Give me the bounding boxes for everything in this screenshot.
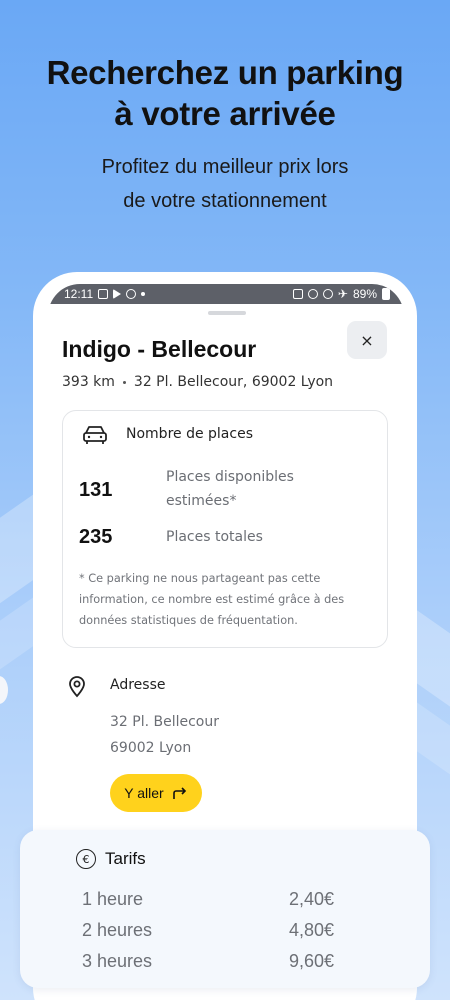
parking-meta: 393 km 32 Pl. Bellecour, 69002 Lyon: [62, 374, 333, 390]
direction-arrow-icon: [172, 787, 186, 799]
address-line-2: 69002 Lyon: [110, 740, 192, 756]
battery-icon: [382, 288, 390, 300]
address-title: Adresse: [110, 677, 166, 693]
promo-subline-line-1: Profitez du meilleur prix lors: [101, 156, 349, 178]
sheet-handle[interactable]: [208, 311, 246, 315]
address-text: 32 Pl. Bellecour 69002 Lyon: [110, 709, 219, 761]
total-places-value: 235: [79, 526, 113, 548]
car-icon: [83, 426, 107, 444]
promo-subline: Profitez du meilleur prix lors de votre …: [0, 150, 450, 218]
parking-distance: 393 km: [62, 374, 115, 390]
tarifs-title: Tarifs: [105, 849, 146, 868]
places-footnote-line-1: * Ce parking ne nous partageant pas cett…: [79, 572, 321, 585]
available-places-value: 131: [79, 479, 113, 501]
euro-icon: €: [76, 849, 96, 869]
location-icon: [307, 289, 318, 299]
play-icon: [113, 289, 122, 299]
places-footnote-line-3: données statistiques de fréquentation.: [79, 614, 298, 627]
status-time: 12:11: [64, 287, 94, 301]
location-pin-icon: [69, 676, 85, 698]
places-footnote-line-2: information, ce nombre est estimé grâce …: [79, 593, 345, 606]
dot-icon: [141, 292, 146, 296]
separator-dot: [122, 380, 126, 384]
tarif-price: 4,80€: [288, 920, 334, 940]
parking-name: Indigo - Bellecour: [62, 336, 257, 362]
close-icon: ×: [360, 330, 374, 350]
mute-icon: [292, 289, 303, 299]
tarif-price: 2,40€: [288, 889, 334, 909]
tarif-duration: 3 heures: [82, 951, 153, 971]
wifi-icon: [322, 289, 333, 299]
gallery-icon: [98, 289, 109, 299]
pager-dot: [0, 676, 8, 704]
go-button[interactable]: Y aller: [110, 774, 202, 812]
promo-headline-line-1: Recherchez un parking: [46, 54, 404, 91]
promo-headline-line-2: à votre arrivée: [114, 95, 336, 132]
places-card: Nombre de places 131 Places disponibles …: [62, 410, 388, 648]
total-places-label: Places totales: [166, 529, 263, 545]
available-places-label-line-2: estimées*: [166, 493, 237, 509]
airplane-icon: ✈: [337, 287, 348, 301]
status-bar: 12:11 ✈ 89%: [48, 284, 404, 304]
places-title: Nombre de places: [126, 426, 253, 442]
promo-subline-line-2: de votre stationnement: [123, 190, 327, 212]
tarif-duration: 1 heure: [82, 889, 144, 909]
places-footnote: * Ce parking ne nous partageant pas cett…: [79, 568, 379, 631]
battery-level: 89%: [352, 287, 377, 301]
available-places-label-line-1: Places disponibles: [166, 469, 294, 485]
parking-address-short: 32 Pl. Bellecour, 69002 Lyon: [133, 374, 334, 390]
tarif-duration: 2 heures: [82, 920, 153, 940]
record-icon: [126, 289, 137, 299]
tarif-row: 3 heures 9,60€: [82, 951, 334, 972]
tarifs-card: € Tarifs 1 heure 2,40€ 2 heures 4,80€ 3 …: [20, 830, 430, 988]
tarif-price: 9,60€: [288, 951, 334, 971]
tarif-row: 1 heure 2,40€: [82, 889, 334, 910]
tarif-row: 2 heures 4,80€: [82, 920, 334, 941]
go-button-label: Y aller: [124, 785, 164, 801]
available-places-label: Places disponibles estimées*: [166, 465, 326, 513]
address-line-1: 32 Pl. Bellecour: [110, 714, 219, 730]
promo-headline: Recherchez un parking à votre arrivée: [0, 52, 450, 134]
close-button[interactable]: ×: [347, 321, 387, 359]
